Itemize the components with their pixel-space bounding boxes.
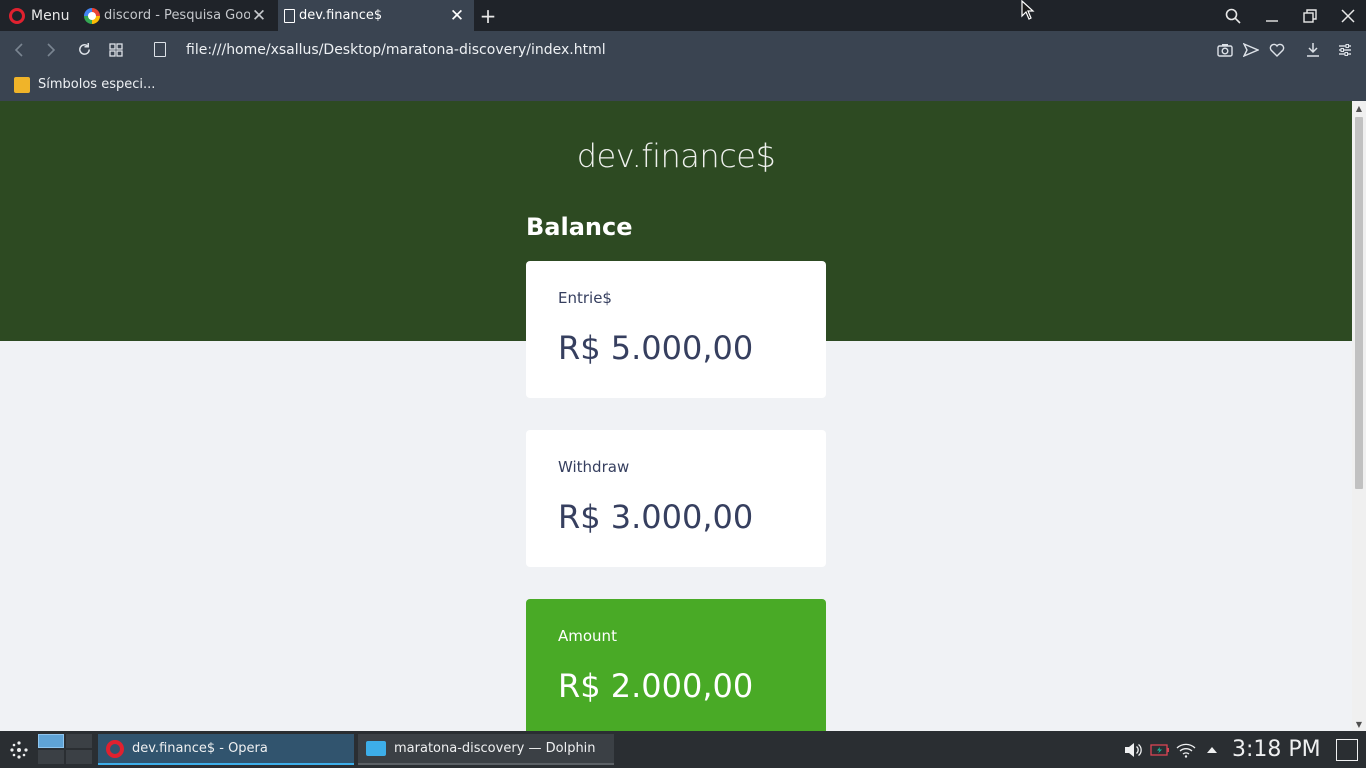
page-file-icon	[154, 42, 166, 57]
task-label: maratona-discovery — Dolphin	[394, 741, 596, 756]
bookmark-favicon-icon	[14, 76, 30, 93]
bookmark-label: Símbolos especi...	[38, 77, 156, 92]
search-tabs-icon[interactable]	[1215, 0, 1251, 31]
reload-icon[interactable]	[69, 31, 99, 68]
close-window-icon[interactable]	[1330, 0, 1366, 31]
card-label: Entrie$	[558, 289, 612, 307]
balance-title: Balance	[526, 213, 633, 241]
tab-title: dev.finance$	[299, 8, 383, 23]
tab-close-icon[interactable]: ✕	[448, 6, 466, 26]
battery-icon[interactable]	[1148, 731, 1172, 768]
bookmark-simbolos[interactable]: Símbolos especi...	[14, 68, 155, 101]
easy-setup-icon[interactable]	[1333, 31, 1357, 68]
menu-label: Menu	[31, 7, 70, 24]
card-value: R$ 5.000,00	[558, 329, 754, 367]
bookmarks-bar: Símbolos especi...	[0, 68, 1366, 101]
download-icon[interactable]	[1301, 31, 1325, 68]
desktop-2[interactable]	[66, 734, 92, 748]
heart-icon[interactable]	[1265, 31, 1289, 68]
tab-close-icon[interactable]: ✕	[250, 6, 268, 26]
folder-icon	[366, 741, 386, 756]
withdraw-card: Withdraw R$ 3.000,00	[526, 430, 826, 567]
restore-icon[interactable]	[1292, 0, 1328, 31]
opera-icon	[106, 739, 124, 758]
wifi-icon[interactable]	[1174, 731, 1198, 768]
scroll-down-icon[interactable]: ▼	[1352, 717, 1366, 731]
file-favicon-icon	[284, 8, 295, 23]
address-bar: file:///home/xsallus/Desktop/maratona-di…	[0, 31, 1366, 68]
entries-card: Entrie$ R$ 5.000,00	[526, 261, 826, 398]
page-scrollbar[interactable]: ▲ ▼	[1352, 101, 1366, 731]
card-value: R$ 3.000,00	[558, 498, 754, 536]
url-field[interactable]: file:///home/xsallus/Desktop/maratona-di…	[186, 31, 606, 68]
back-icon[interactable]	[4, 31, 34, 68]
application-launcher-icon[interactable]	[6, 731, 32, 768]
tray-expand-icon[interactable]	[1202, 731, 1222, 768]
volume-icon[interactable]	[1122, 731, 1144, 768]
app-logo: dev.finance$	[576, 137, 776, 175]
tab-title: discord - Pesquisa Goog	[104, 8, 250, 23]
scrollbar-thumb[interactable]	[1355, 117, 1363, 489]
page-viewport: dev.finance$ Balance Entrie$ R$ 5.000,00…	[0, 101, 1352, 731]
virtual-desktop-pager[interactable]	[38, 734, 92, 765]
desktop-4[interactable]	[66, 750, 92, 764]
desktop-1[interactable]	[38, 734, 64, 748]
card-label: Amount	[558, 627, 617, 645]
mouse-cursor-icon	[1021, 0, 1035, 20]
card-value: R$ 2.000,00	[558, 667, 754, 705]
opera-menu-button[interactable]: Menu	[0, 0, 80, 31]
task-dolphin[interactable]: maratona-discovery — Dolphin	[358, 734, 614, 765]
opera-logo-icon	[9, 7, 25, 24]
tab-dev-finance[interactable]: dev.finance$ ✕	[278, 0, 474, 31]
forward-icon[interactable]	[36, 31, 66, 68]
speed-dial-icon[interactable]	[101, 31, 131, 68]
task-label: dev.finance$ - Opera	[132, 741, 268, 756]
desktop-3[interactable]	[38, 750, 64, 764]
amount-card: Amount R$ 2.000,00	[526, 599, 826, 731]
browser-tab-bar: Menu discord - Pesquisa Goog ✕ dev.finan…	[0, 0, 1366, 31]
show-desktop-icon[interactable]	[1336, 739, 1358, 761]
new-tab-button[interactable]: +	[478, 0, 498, 31]
tab-discord-search[interactable]: discord - Pesquisa Goog ✕	[80, 0, 276, 31]
card-label: Withdraw	[558, 458, 630, 476]
system-taskbar: dev.finance$ - Opera maratona-discovery …	[0, 731, 1366, 768]
task-opera[interactable]: dev.finance$ - Opera	[98, 734, 354, 765]
minimize-icon[interactable]	[1254, 0, 1290, 31]
google-favicon-icon	[84, 7, 100, 24]
scroll-up-icon[interactable]: ▲	[1352, 101, 1366, 115]
clock[interactable]: 3:18 PM	[1232, 731, 1321, 768]
snapshot-icon[interactable]	[1213, 31, 1237, 68]
send-icon[interactable]	[1239, 31, 1263, 68]
